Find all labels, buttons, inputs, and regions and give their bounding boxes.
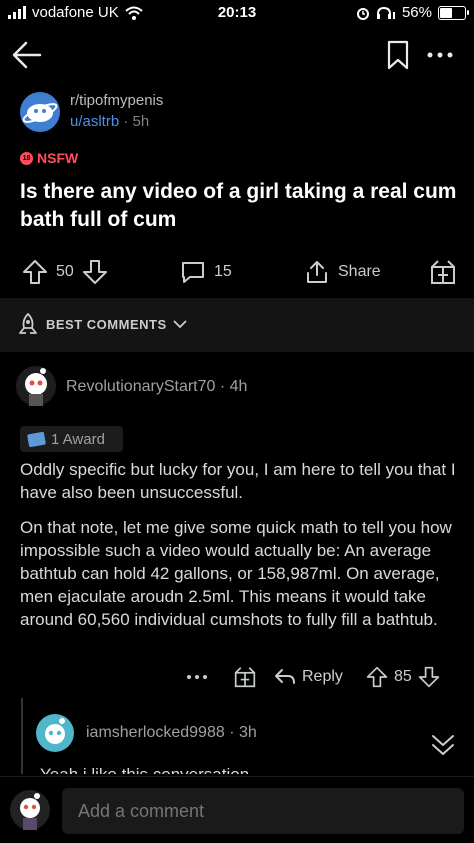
post-age: 5h (132, 113, 150, 130)
reply-age: 3h (238, 724, 257, 741)
post-author[interactable]: u/asltrb (70, 113, 119, 130)
reply-byline: iamsherlocked9988 · 3h (86, 724, 257, 742)
expand-chevron-icon[interactable] (428, 730, 458, 760)
nsfw-icon: 18 (20, 151, 33, 165)
subreddit-name[interactable]: r/tipofmypenis (70, 92, 163, 109)
comment-award-button[interactable] (234, 664, 256, 690)
share-button[interactable]: Share (304, 256, 381, 288)
nsfw-label: NSFW (37, 150, 79, 166)
reply-author[interactable]: iamsherlocked9988 (86, 724, 225, 741)
reply-avatar[interactable] (36, 714, 74, 752)
sort-label: BEST COMMENTS (46, 316, 167, 332)
battery-percent: 56% (401, 4, 432, 21)
reply-button[interactable]: Reply (274, 664, 343, 690)
status-right: 56% (356, 4, 469, 21)
downvote-icon[interactable] (82, 259, 108, 285)
byline-separator: · (229, 724, 239, 741)
alarm-icon (356, 7, 369, 20)
headphones-icon (376, 6, 395, 19)
comment-age: 4h (229, 378, 248, 395)
vote-group: 50 (22, 256, 108, 288)
upvote-icon[interactable] (366, 666, 388, 688)
gift-icon (234, 667, 256, 688)
status-bar: vodafone UK 20:13 56% (0, 0, 474, 28)
reply-icon (275, 669, 295, 684)
sort-dropdown[interactable]: BEST COMMENTS (16, 312, 187, 336)
post-byline: u/asltrb · 5h (70, 113, 149, 130)
more-options-icon (187, 675, 207, 679)
bookmark-icon[interactable] (386, 40, 410, 70)
post-header-bar (0, 30, 474, 80)
share-icon (307, 261, 327, 283)
comment-more-button[interactable] (186, 664, 208, 690)
back-arrow-icon[interactable] (10, 38, 44, 72)
byline-separator: · (123, 113, 133, 130)
award-icon (27, 431, 46, 447)
comment-actions: Reply 85 (0, 664, 474, 690)
comment-author[interactable]: RevolutionaryStart70 (66, 378, 215, 395)
reply-preview: Yeah i like this conversation (40, 762, 249, 774)
comment-avatar[interactable] (16, 366, 56, 406)
nsfw-tag: 18 NSFW (20, 150, 78, 166)
comment-count: 15 (214, 263, 232, 280)
chevron-down-icon (172, 320, 187, 329)
reply-label: Reply (302, 668, 343, 685)
comment-paragraph: On that note, let me give some quick mat… (20, 518, 452, 629)
award-button[interactable] (430, 256, 456, 288)
comment-body: Oddly specific but lucky for you, I am h… (20, 458, 460, 643)
post-actions: 50 15 Share (0, 256, 474, 290)
share-label: Share (338, 263, 381, 280)
battery-icon (438, 5, 469, 20)
rocket-icon (19, 313, 37, 334)
user-avatar[interactable] (10, 790, 50, 830)
upvote-count: 50 (56, 263, 74, 280)
thread-line[interactable] (21, 698, 23, 774)
award-label: 1 Award (51, 430, 105, 448)
post-title: Is there any video of a girl taking a re… (20, 180, 457, 231)
gift-icon (431, 260, 455, 284)
comments-button[interactable]: 15 (180, 256, 232, 288)
comment-paragraph: Oddly specific but lucky for you, I am h… (20, 460, 456, 502)
award-badge[interactable]: 1 Award (20, 426, 123, 452)
byline-separator: · (219, 378, 230, 395)
downvote-icon[interactable] (418, 666, 440, 688)
more-options-icon[interactable] (424, 40, 456, 70)
add-comment-input[interactable] (62, 788, 464, 834)
comment-icon (182, 262, 204, 283)
upvote-icon[interactable] (22, 259, 48, 285)
comment-vote-group: 85 (366, 664, 440, 690)
comment-score: 85 (394, 668, 412, 685)
subreddit-icon[interactable] (20, 92, 60, 132)
comment-byline: RevolutionaryStart70 · 4h (66, 378, 247, 396)
